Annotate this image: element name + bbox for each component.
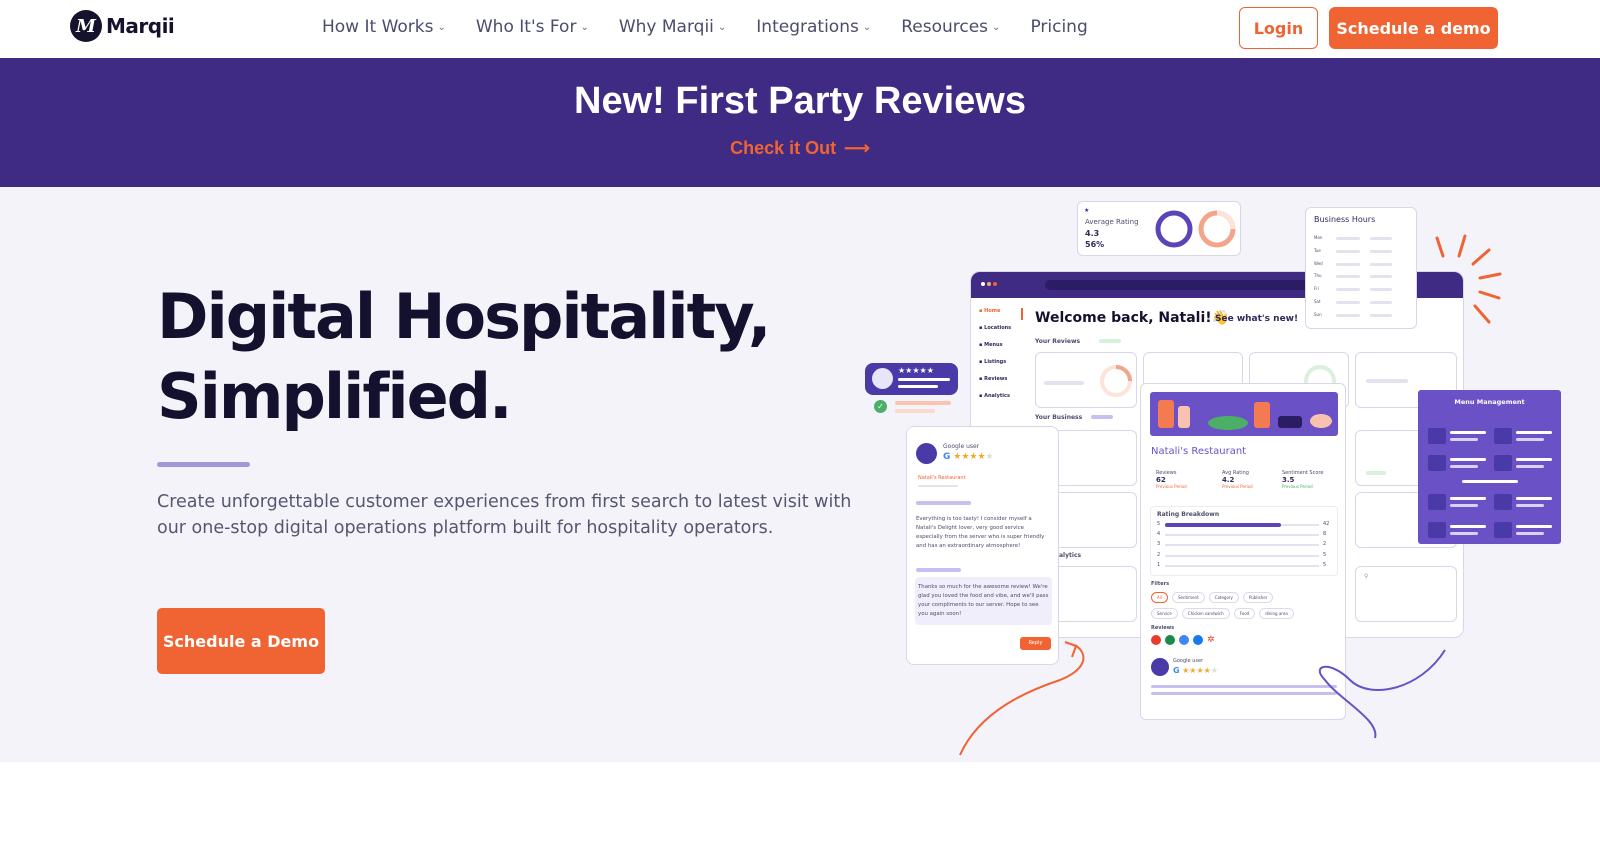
nav-item-label: Why Marqii [618,17,714,37]
nav-item-label: Who It's For [475,17,577,37]
brand-name: Marqii [106,14,175,38]
banner-link-label: Check it Out [730,138,837,158]
nav-item-who-its-for[interactable]: Who It's For ⌄ [476,17,589,37]
nav-item-label: Pricing [1030,17,1088,37]
hero-heading: Digital Hospitality, Simplified. [157,277,771,437]
chevron-down-icon: ⌄ [862,21,872,33]
nav-item-resources[interactable]: Resources ⌄ [901,17,1000,37]
hero-subtitle: Create unforgettable customer experience… [157,492,852,538]
marqii-logo-icon: M [70,10,102,42]
nav-item-why-marqii[interactable]: Why Marqii ⌄ [619,17,726,37]
nav-item-integrations[interactable]: Integrations ⌄ [756,17,871,37]
nav-item-label: Resources [901,17,989,37]
hero-section: Digital Hospitality, Simplified. Create … [0,187,1600,762]
login-button[interactable]: Login [1239,7,1318,49]
main-menu: How It Works ⌄ Who It's For ⌄ Why Marqii… [322,17,1118,37]
hero-heading-line-2: Simplified. [157,360,513,433]
check-it-out-link[interactable]: Check it Out ⟶ [0,138,1600,159]
chevron-down-icon: ⌄ [580,21,589,33]
schedule-demo-cta-button[interactable]: Schedule a Demo [157,608,325,674]
nav-item-pricing[interactable]: Pricing [1030,17,1087,37]
hero-divider [157,462,250,467]
chevron-down-icon: ⌄ [717,21,727,33]
chevron-down-icon: ⌄ [437,21,446,33]
nav-item-how-it-works[interactable]: How It Works ⌄ [322,17,446,37]
announcement-banner: New! First Party Reviews Check it Out ⟶ [0,58,1600,187]
top-navigation: M Marqii How It Works ⌄ Who It's For ⌄ W… [0,0,1600,58]
brand-logo[interactable]: M Marqii [70,10,175,42]
hero-heading-line-1: Digital Hospitality, [157,280,771,353]
arrow-right-icon: ⟶ [844,138,870,158]
banner-title: New! First Party Reviews [574,80,1026,122]
nav-item-label: How It Works [322,17,434,37]
nav-item-label: Integrations [756,17,859,37]
next-section [0,762,1600,841]
chevron-down-icon: ⌄ [992,21,1001,33]
schedule-demo-button[interactable]: Schedule a demo [1329,7,1498,49]
